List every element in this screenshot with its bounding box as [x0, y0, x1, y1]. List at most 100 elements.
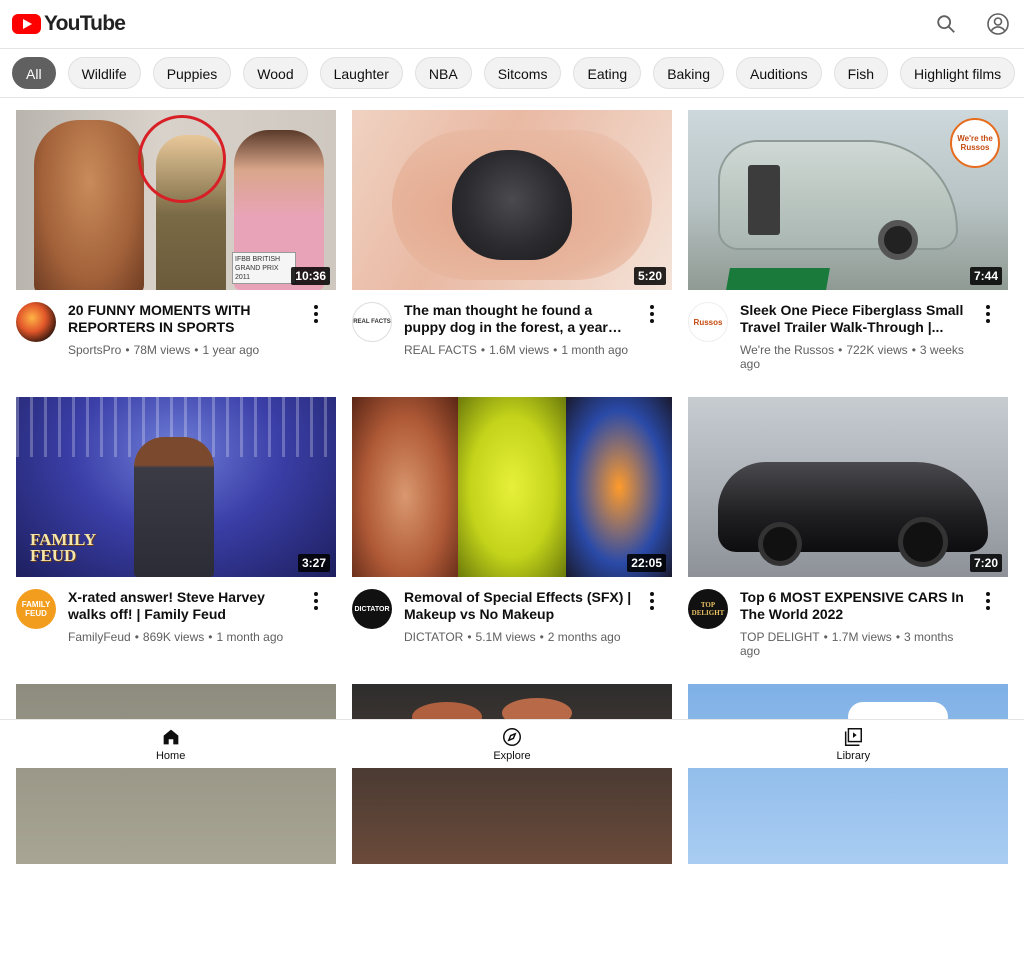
upload-age: 2 months ago [547, 630, 621, 644]
video-meta: FAMILY FEUD X-rated answer! Steve Harvey… [16, 589, 336, 644]
nav-home[interactable]: Home [111, 726, 231, 762]
home-icon [163, 729, 178, 745]
youtube-play-icon [12, 14, 41, 34]
more-options-icon[interactable] [642, 591, 662, 611]
video-card[interactable]: We're the Russos 7:44 Russos Sleek One P… [688, 110, 1008, 397]
channel-avatar[interactable]: REAL FACTS [352, 302, 392, 342]
chip-wood[interactable]: Wood [243, 57, 308, 89]
channel-avatar[interactable]: TOP DELIGHT [688, 589, 728, 629]
channel-watermark: We're the Russos [950, 118, 1000, 168]
upload-age: 1 year ago [202, 343, 260, 357]
video-thumbnail[interactable]: We're the Russos 7:44 [688, 110, 1008, 290]
nav-library[interactable]: Library [793, 726, 913, 762]
video-card[interactable]: IFBB BRITISH GRAND PRIX 2011 10:36 20 FU… [16, 110, 336, 397]
video-thumbnail[interactable]: FAMILY FEUD 3:27 [16, 397, 336, 577]
video-meta: REAL FACTS The man thought he found a pu… [352, 302, 672, 357]
header-actions [932, 10, 1012, 38]
channel-avatar[interactable] [16, 302, 56, 342]
video-subtitle: We're the Russos • 722K views • 3 weeks ago [740, 343, 964, 371]
chip-eating[interactable]: Eating [573, 57, 642, 89]
video-subtitle: SportsPro • 78M views • 1 year ago [68, 343, 260, 357]
video-thumbnail[interactable]: IFBB BRITISH GRAND PRIX 2011 10:36 [16, 110, 336, 290]
channel-name[interactable]: SportsPro [68, 343, 121, 357]
video-subtitle: REAL FACTS • 1.6M views • 1 month ago [404, 343, 629, 357]
nav-explore[interactable]: Explore [452, 726, 572, 762]
video-subtitle: TOP DELIGHT • 1.7M views • 3 months ago [740, 630, 954, 658]
top-app-bar: YouTube [0, 0, 1024, 48]
video-duration: 22:05 [627, 554, 666, 572]
chip-all[interactable]: All [12, 57, 56, 89]
compass-icon [503, 728, 521, 746]
chip-auditions[interactable]: Auditions [736, 57, 822, 89]
more-options-icon[interactable] [306, 591, 326, 611]
channel-name[interactable]: DICTATOR [404, 630, 463, 644]
chip-laughter[interactable]: Laughter [319, 57, 403, 89]
chip-fish[interactable]: Fish [833, 57, 889, 89]
chip-baking[interactable]: Baking [653, 57, 724, 89]
video-title[interactable]: 20 FUNNY MOMENTS WITH REPORTERS IN SPORT… [68, 302, 298, 336]
video-duration: 10:36 [291, 267, 330, 285]
filter-chip-bar: All Wildlife Puppies Wood Laughter NBA S… [0, 48, 1024, 98]
view-count: 1.7M views [831, 630, 892, 644]
upload-age: 1 month ago [561, 343, 629, 357]
view-count: 1.6M views [489, 343, 550, 357]
channel-avatar[interactable]: DICTATOR [352, 589, 392, 629]
video-thumbnail[interactable] [688, 684, 1008, 864]
channel-avatar[interactable]: FAMILY FEUD [16, 589, 56, 629]
video-title[interactable]: The man thought he found a puppy dog in … [404, 302, 634, 336]
upload-age: 1 month ago [216, 630, 284, 644]
video-card[interactable]: 5:20 REAL FACTS The man thought he found… [352, 110, 672, 397]
video-card[interactable]: FAMILY FEUD 3:27 FAMILY FEUD X-rated ans… [16, 397, 336, 684]
video-meta: Russos Sleek One Piece Fiberglass Small … [688, 302, 1008, 371]
channel-name[interactable]: TOP DELIGHT [740, 630, 820, 644]
search-icon[interactable] [932, 10, 960, 38]
channel-name[interactable]: We're the Russos [740, 343, 834, 357]
more-options-icon[interactable] [978, 591, 998, 611]
nav-home-label: Home [155, 750, 186, 762]
chip-puppies[interactable]: Puppies [152, 57, 232, 89]
video-thumbnail[interactable]: 22:05 [352, 397, 672, 577]
channel-name[interactable]: REAL FACTS [404, 343, 477, 357]
bottom-navigation: Home Explore Library [0, 719, 1024, 768]
logo-text: YouTube [44, 12, 126, 35]
thumbnail-show-logo: FAMILY FEUD [30, 530, 96, 565]
video-duration: 3:27 [297, 554, 330, 572]
more-options-icon[interactable] [978, 304, 998, 324]
video-title[interactable]: Top 6 MOST EXPENSIVE CARS In The World 2… [740, 589, 970, 623]
youtube-logo[interactable]: YouTube [12, 12, 126, 36]
video-subtitle: DICTATOR • 5.1M views • 2 months ago [404, 630, 621, 644]
video-meta: TOP DELIGHT Top 6 MOST EXPENSIVE CARS In… [688, 589, 1008, 658]
channel-avatar[interactable]: Russos [688, 302, 728, 342]
video-thumbnail[interactable]: 7:20 [688, 397, 1008, 577]
more-options-icon[interactable] [642, 304, 662, 324]
account-icon[interactable] [984, 10, 1012, 38]
video-thumbnail[interactable]: 5:20 [352, 110, 672, 290]
video-meta: DICTATOR Removal of Special Effects (SFX… [352, 589, 672, 644]
video-thumbnail[interactable] [352, 684, 672, 864]
thumbnail-sign: IFBB BRITISH GRAND PRIX 2011 [232, 252, 296, 284]
view-count: 869K views [142, 630, 205, 644]
video-title[interactable]: X-rated answer! Steve Harvey walks off! … [68, 589, 298, 623]
chip-wildlife[interactable]: Wildlife [67, 57, 141, 89]
video-subtitle: FamilyFeud • 869K views • 1 month ago [68, 630, 284, 644]
video-card[interactable]: 7:20 TOP DELIGHT Top 6 MOST EXPENSIVE CA… [688, 397, 1008, 684]
video-duration: 7:44 [969, 267, 1002, 285]
channel-name[interactable]: FamilyFeud [68, 630, 131, 644]
video-duration: 7:20 [969, 554, 1002, 572]
chip-nba[interactable]: NBA [414, 57, 472, 89]
video-grid: IFBB BRITISH GRAND PRIX 2011 10:36 20 FU… [16, 110, 1008, 971]
chip-highlight-films[interactable]: Highlight films [900, 57, 1016, 89]
video-card[interactable]: 22:05 DICTATOR Removal of Special Effect… [352, 397, 672, 684]
view-count: 722K views [846, 343, 908, 357]
video-meta: 20 FUNNY MOMENTS WITH REPORTERS IN SPORT… [16, 302, 336, 357]
nav-library-label: Library [836, 750, 871, 762]
video-thumbnail[interactable] [16, 684, 336, 864]
chip-sitcoms[interactable]: Sitcoms [483, 57, 562, 89]
view-count: 78M views [133, 343, 191, 357]
video-title[interactable]: Sleek One Piece Fiberglass Small Travel … [740, 302, 970, 336]
nav-explore-label: Explore [493, 750, 531, 762]
video-duration: 5:20 [633, 267, 666, 285]
more-options-icon[interactable] [306, 304, 326, 324]
view-count: 5.1M views [475, 630, 536, 644]
video-title[interactable]: Removal of Special Effects (SFX) | Makeu… [404, 589, 634, 623]
